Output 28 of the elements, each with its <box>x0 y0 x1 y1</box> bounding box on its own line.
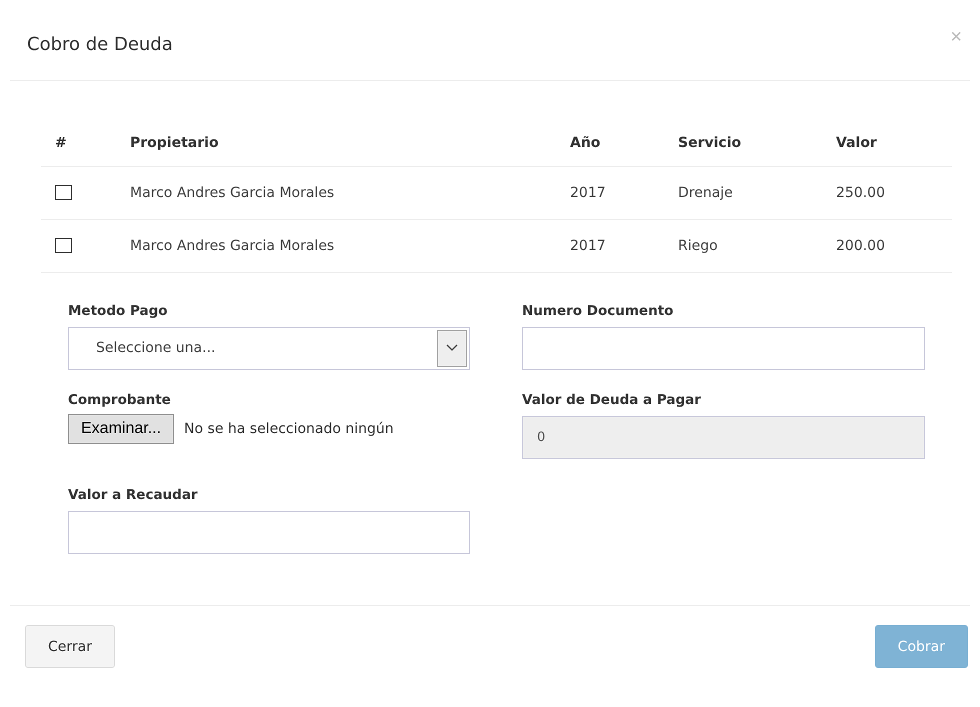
payment-method-select[interactable]: Seleccione una... <box>68 326 470 370</box>
table-cell: 250.00 <box>822 166 952 219</box>
table-cell: 200.00 <box>822 219 952 272</box>
browse-button[interactable]: Examinar... <box>68 414 174 444</box>
table-cell: 2017 <box>556 219 664 272</box>
table-cell: Marco Andres Garcia Morales <box>116 166 556 219</box>
close-button[interactable]: Cerrar <box>25 625 115 668</box>
field-label: Comprobante <box>68 392 172 408</box>
table-cell: Riego <box>664 219 822 272</box>
table-cell: Marco Andres Garcia Morales <box>116 219 556 272</box>
field-label: Numero Documento <box>522 302 674 318</box>
row-checkbox[interactable] <box>55 238 72 254</box>
column-header: Año <box>556 121 664 166</box>
column-header: Valor <box>822 121 952 166</box>
field-label: Metodo Pago <box>68 302 169 318</box>
input-field[interactable] <box>68 510 470 554</box>
chevron-down-icon <box>446 344 458 352</box>
column-header: Propietario <box>116 121 556 166</box>
column-header: Servicio <box>664 121 822 166</box>
modal-title: Cobro de Deuda <box>27 34 173 54</box>
file-status: No se ha seleccionado ningún <box>184 421 394 437</box>
table-cell: 2017 <box>556 166 664 219</box>
field-label: Valor de Deuda a Pagar <box>522 392 702 408</box>
input-field[interactable] <box>522 326 925 370</box>
table-cell: Drenaje <box>664 166 822 219</box>
row-checkbox[interactable] <box>55 185 72 200</box>
field-label: Valor a Recaudar <box>68 486 199 502</box>
column-header: # <box>41 121 116 166</box>
